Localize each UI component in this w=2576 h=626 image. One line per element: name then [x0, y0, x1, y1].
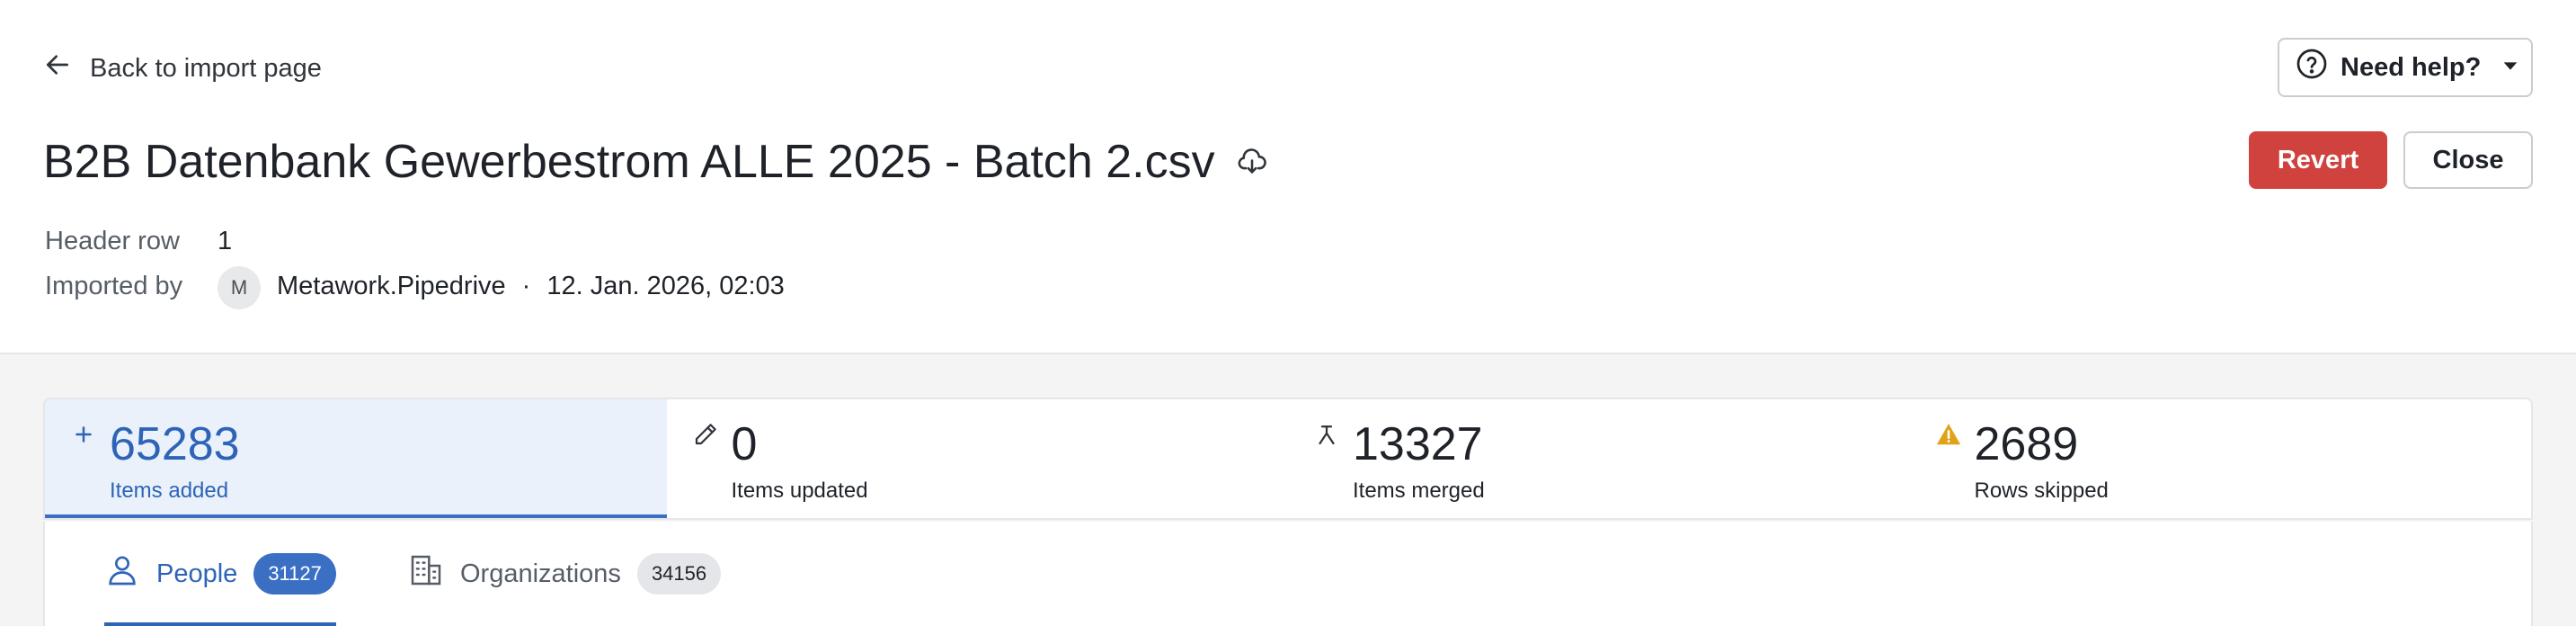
arrow-left-icon [43, 50, 72, 86]
count-badge: 34156 [636, 553, 722, 595]
stat-label: Items updated [731, 478, 868, 503]
stat-value: 0 [731, 418, 758, 470]
header-row-value: 1 [218, 227, 233, 255]
entity-tabs: People 31127 Organizations 34156 [43, 522, 2533, 626]
stats-bar: 65283 Items added 0 Items updated 13327 … [43, 398, 2533, 520]
building-icon [408, 552, 444, 595]
stat-label: Rows skipped [1974, 478, 2109, 503]
file-title: B2B Datenbank Gewerbestrom ALLE 2025 - B… [43, 133, 1267, 191]
stat-value: 13327 [1353, 418, 1483, 470]
count-badge: 31127 [253, 553, 336, 595]
tab-organizations[interactable]: Organizations 34156 [408, 522, 722, 626]
header-row-label: Header row [45, 227, 180, 255]
imported-by-label: Imported by [45, 272, 183, 300]
caret-down-icon [2493, 53, 2520, 83]
cloud-download-icon[interactable] [1237, 135, 1267, 189]
need-help-button[interactable]: Need help? [2278, 38, 2533, 97]
file-name: B2B Datenbank Gewerbestrom ALLE 2025 - B… [43, 136, 1215, 188]
question-circle-icon [2296, 48, 2328, 87]
stat-items-updated[interactable]: 0 Items updated [667, 399, 1289, 518]
close-button[interactable]: Close [2403, 131, 2533, 189]
importer-info: Metawork.Pipedrive · 12. Jan. 2026, 02:0… [277, 272, 785, 301]
stat-items-added[interactable]: 65283 Items added [45, 399, 667, 518]
stat-value: 65283 [110, 418, 240, 470]
need-help-label: Need help? [2341, 52, 2482, 82]
back-link-label: Back to import page [90, 53, 322, 83]
avatar: M [218, 266, 261, 309]
tab-label: Organizations [460, 559, 621, 588]
stat-label: Items added [110, 478, 229, 503]
person-icon [104, 552, 140, 595]
stat-label: Items merged [1353, 478, 1485, 503]
tab-label: People [156, 559, 238, 588]
stat-value: 2689 [1974, 418, 2079, 470]
tab-people[interactable]: People 31127 [104, 522, 336, 626]
import-timestamp: 12. Jan. 2026, 02:03 [546, 272, 785, 300]
import-summary-header: Back to import page Need help? B2B Daten… [0, 0, 2576, 354]
separator-dot: · [521, 272, 531, 300]
revert-button[interactable]: Revert [2249, 131, 2387, 189]
importer-name: Metawork.Pipedrive [277, 272, 506, 300]
stat-items-merged[interactable]: 13327 Items merged [1288, 399, 1910, 518]
back-to-import-link[interactable]: Back to import page [43, 50, 322, 86]
stat-rows-skipped[interactable]: 2689 Rows skipped [1910, 399, 2532, 518]
